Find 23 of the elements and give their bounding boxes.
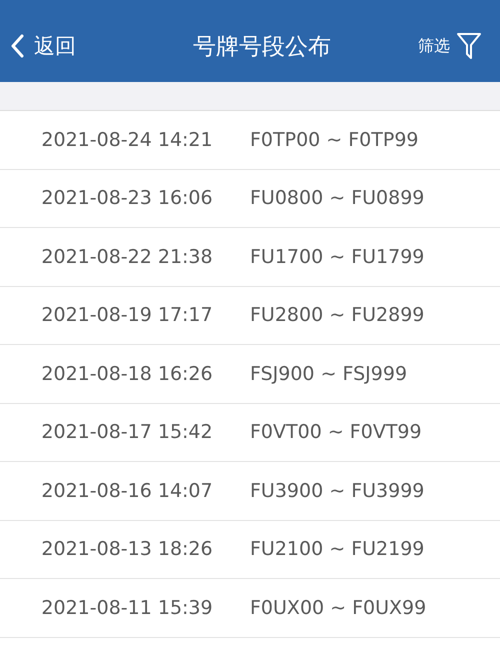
range-cell: FU1700 ~ FU1799 [250, 246, 424, 268]
date-cell-text: 2021-08-23 16:06 [40, 187, 213, 210]
date-cell-text: 2021-08-18 16:26 [40, 362, 213, 385]
date-cell-text: 2021-08-19 17:17 [40, 304, 213, 326]
range-cell: FU3900 ~ FU3999 [250, 480, 424, 502]
back-button[interactable]: 返回 [10, 32, 76, 60]
range-cell: FU2100 ~ FU2199 [250, 538, 424, 560]
date-cell-text: 2021-08-17 15:42 [40, 421, 213, 444]
range-cell: F0TP00 ~ F0TP99 [250, 128, 419, 151]
filter-button[interactable]: 筛选 [418, 32, 482, 60]
date-cell-text: 2021-08-24 14:21 [40, 128, 213, 151]
filter-funnel-icon [456, 32, 482, 60]
range-cell: FU2800 ~ FU2899 [250, 304, 424, 326]
page-title: 号牌号段公布 [193, 32, 331, 62]
back-chevron-icon [10, 34, 24, 58]
range-cell: F0VT00 ~ F0VT99 [250, 421, 422, 444]
range-cell: FU0800 ~ FU0899 [250, 187, 424, 210]
date-cell-text: 2021-08-11 15:39 [40, 596, 213, 619]
date-cell-text: 2021-08-16 14:07 [40, 480, 213, 502]
date-cell-text: 2021-08-13 18:26 [40, 538, 213, 560]
range-cell: FSJ900 ~ FSJ999 [250, 362, 408, 385]
date-cell-text: 2021-08-22 21:38 [40, 246, 213, 268]
range-cell: F0UX00 ~ F0UX99 [250, 596, 426, 619]
